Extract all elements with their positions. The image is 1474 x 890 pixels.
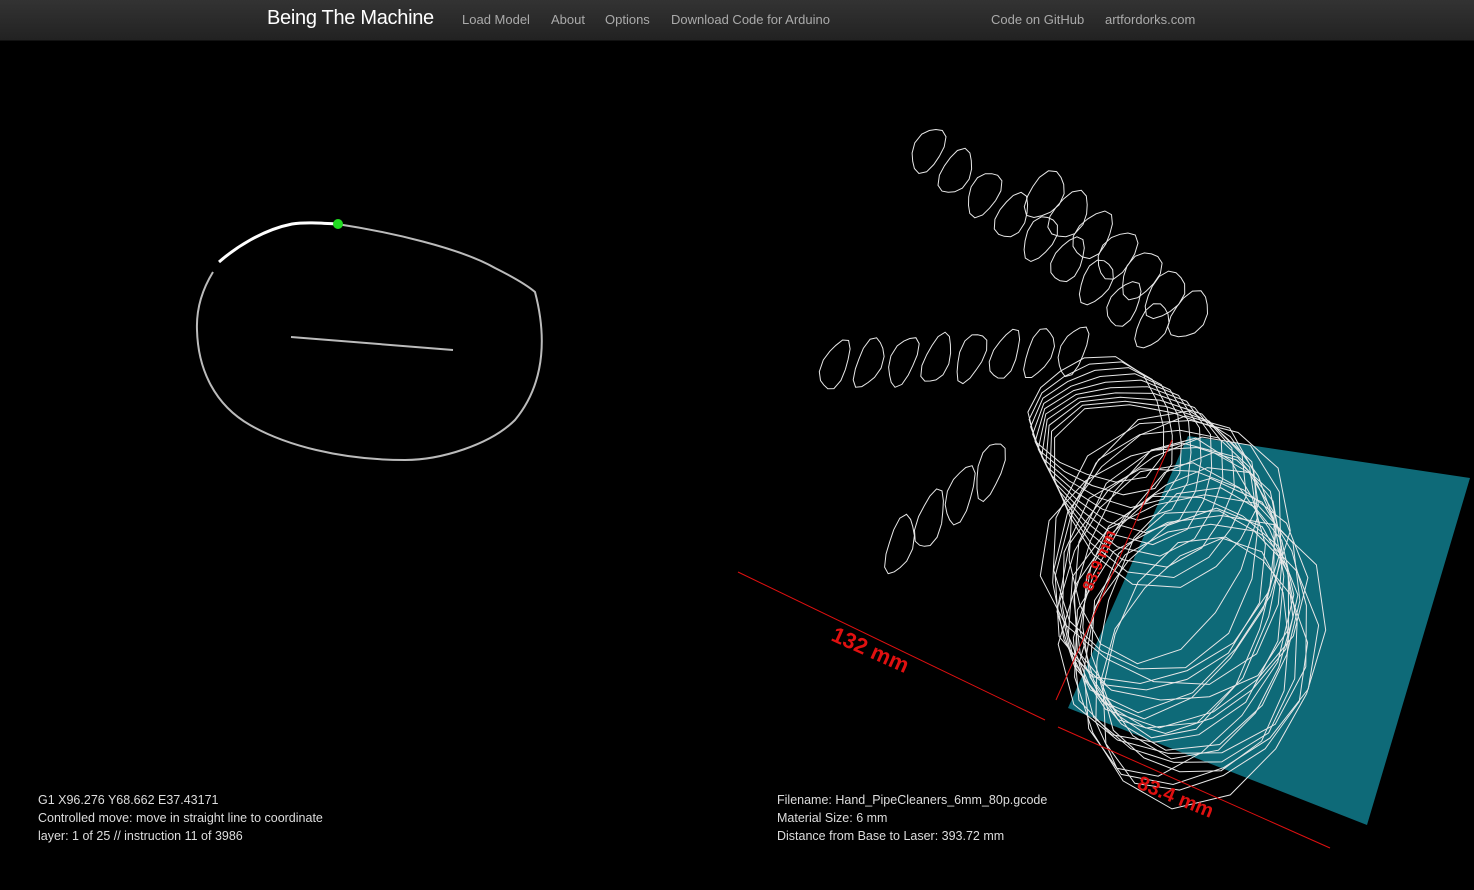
gcode-description: Controlled move: move in straight line t… (38, 811, 323, 825)
toolpath-canvas (195, 219, 543, 462)
material-size-line: Material Size: 6 mm (777, 811, 888, 825)
toolpath-viewport[interactable]: G1 X96.276 Y68.662 E37.43171 Controlled … (0, 41, 737, 890)
gcode-line: G1 X96.276 Y68.662 E37.43171 (38, 793, 219, 807)
brand-logo[interactable]: Being The Machine (267, 7, 434, 30)
model-canvas: 132 mm 83.4 mm 83.9 mm (737, 128, 1470, 849)
file-info: Filename: Hand_PipeCleaners_6mm_80p.gcod… (777, 791, 1047, 845)
laser-plane (1068, 436, 1470, 825)
navbar: Being The Machine Load Model About Optio… (0, 0, 1474, 41)
nav-options[interactable]: Options (605, 12, 650, 27)
instruction-info: G1 X96.276 Y68.662 E37.43171 Controlled … (38, 791, 323, 845)
nav-artfordorks[interactable]: artfordorks.com (1105, 12, 1195, 27)
toolpath-traversed (218, 221, 338, 264)
model-viewport[interactable]: 132 mm 83.4 mm 83.9 mm Filename: Hand_Pi… (737, 41, 1474, 890)
layer-progress: layer: 1 of 25 // instruction 11 of 3986 (38, 829, 243, 843)
width-dimension-label: 132 mm (828, 622, 913, 678)
nav-github[interactable]: Code on GitHub (991, 12, 1084, 27)
toolpath-travel-move (290, 336, 454, 351)
depth-dimension-label: 83.4 mm (1134, 772, 1216, 822)
filename-line: Filename: Hand_PipeCleaners_6mm_80p.gcod… (777, 793, 1048, 807)
nav-download-arduino[interactable]: Download Code for Arduino (671, 12, 830, 27)
toolpath-outline (195, 223, 543, 462)
tool-head-marker (333, 219, 343, 229)
nav-about[interactable]: About (551, 12, 585, 27)
laser-distance-line: Distance from Base to Laser: 393.72 mm (777, 829, 1005, 843)
nav-load-model[interactable]: Load Model (462, 12, 530, 27)
